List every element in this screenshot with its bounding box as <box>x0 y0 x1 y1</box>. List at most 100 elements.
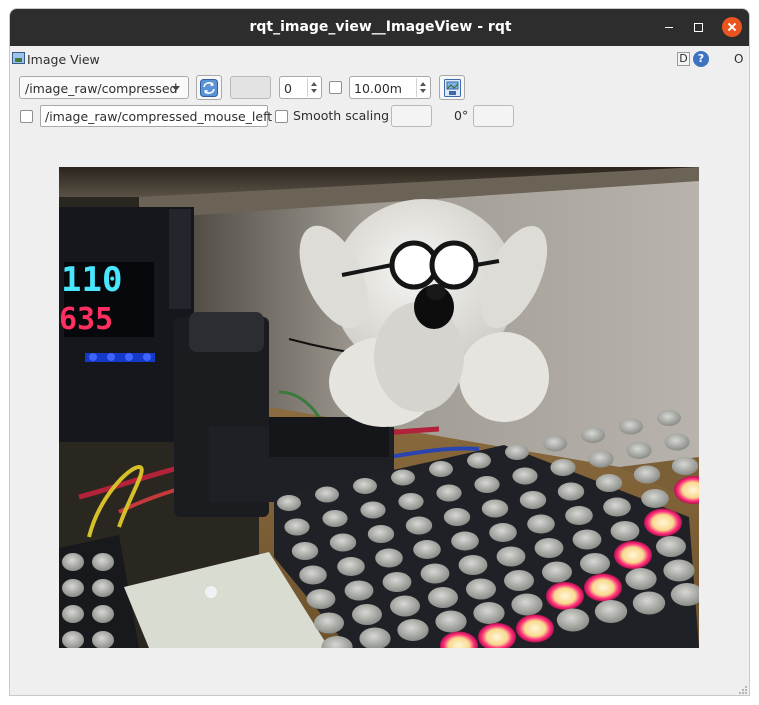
topic-select-value: /image_raw/compressed <box>25 81 178 96</box>
led-unlit <box>62 553 84 571</box>
window-title: rqt_image_view__ImageView - rqt <box>249 19 512 35</box>
led-unlit <box>413 540 441 559</box>
led-unlit <box>277 495 301 511</box>
led-unlit <box>556 608 590 632</box>
led-unlit <box>496 546 526 567</box>
max-distance-value: 10.00m <box>354 81 402 96</box>
led-unlit <box>436 484 462 502</box>
led-unlit <box>565 506 593 525</box>
led-unlit <box>435 610 467 633</box>
led-unlit <box>588 450 614 468</box>
refresh-icon <box>200 79 218 97</box>
led-unlit <box>603 497 631 517</box>
led-unlit <box>489 523 517 542</box>
led-unlit <box>405 516 433 535</box>
led-lit <box>516 614 554 643</box>
led-unlit <box>557 482 585 501</box>
plugin-close-button[interactable]: O <box>734 52 743 66</box>
minimize-button[interactable] <box>660 18 678 36</box>
led-lit <box>584 573 622 602</box>
led-unlit <box>382 572 412 592</box>
led-unlit <box>466 578 496 600</box>
help-button[interactable]: ? <box>693 51 709 67</box>
led-unlit <box>306 589 336 609</box>
led-unlit <box>397 619 429 641</box>
led-unlit <box>467 452 491 469</box>
led-unlit <box>337 557 365 576</box>
led-unlit <box>505 444 529 460</box>
led-unlit <box>375 548 403 568</box>
zoom-fit-button[interactable] <box>230 76 271 99</box>
close-button[interactable] <box>722 17 742 37</box>
mouse-topic-input[interactable]: /image_raw/compressed_mouse_left <box>40 105 272 127</box>
led-unlit <box>641 489 669 508</box>
led-unlit <box>656 536 686 557</box>
camera-image[interactable]: 110 635 <box>59 167 699 648</box>
led-unlit <box>314 612 344 634</box>
controller-box: 110 635 <box>59 207 194 442</box>
led-unlit <box>542 561 572 583</box>
rotation-value: 0° <box>454 108 469 123</box>
publish-mouse-checkbox[interactable] <box>20 110 33 123</box>
led-unlit <box>391 469 415 486</box>
rotate-right-button[interactable] <box>473 105 514 127</box>
led-unlit <box>632 591 666 615</box>
led-unlit <box>344 580 374 601</box>
camera-frame: 110 635 <box>59 167 699 648</box>
rotate-left-button[interactable] <box>391 105 432 127</box>
led-unlit <box>663 559 695 582</box>
topic-select[interactable]: /image_raw/compressed <box>19 76 189 99</box>
image-icon <box>12 52 25 64</box>
save-image-button[interactable] <box>439 75 465 100</box>
led-unlit <box>481 499 509 518</box>
led-unlit <box>352 604 382 625</box>
spin-arrows[interactable] <box>416 78 429 97</box>
max-distance-spinbox[interactable]: 10.00m <box>349 76 431 99</box>
led-unlit <box>633 465 661 484</box>
app-window: rqt_image_view__ImageView - rqt Image Vi… <box>9 8 750 696</box>
index-spinbox-value: 0 <box>284 81 292 96</box>
led-unlit <box>572 529 602 550</box>
led-unlit <box>62 579 84 597</box>
led-unlit <box>512 467 538 485</box>
led-unlit <box>595 474 623 492</box>
led-unlit <box>671 457 699 475</box>
led-unlit <box>428 587 458 608</box>
index-spinbox[interactable]: 0 <box>279 76 322 99</box>
led-unlit <box>580 553 610 574</box>
led-unlit <box>581 427 605 443</box>
refresh-topics-button[interactable] <box>196 75 222 100</box>
led-unlit <box>619 418 643 435</box>
led-lit <box>614 541 652 569</box>
led-unlit <box>543 435 567 452</box>
led-unlit <box>458 555 488 575</box>
resize-grip[interactable] <box>738 685 748 695</box>
led-unlit <box>291 542 319 560</box>
title-bar[interactable]: rqt_image_view__ImageView - rqt <box>10 9 749 46</box>
display-upper-text: 110 <box>61 260 122 300</box>
spin-arrows[interactable] <box>307 78 320 97</box>
led-unlit <box>504 570 534 591</box>
display-lower-text: 635 <box>59 302 113 337</box>
led-lit <box>644 508 682 537</box>
led-unlit <box>322 510 348 527</box>
maximize-button[interactable] <box>689 18 707 36</box>
led-unlit <box>474 476 500 493</box>
plugin-header: Image View D ? O <box>10 49 749 69</box>
led-unlit <box>92 553 114 571</box>
smooth-scaling-label: Smooth scaling <box>293 108 390 123</box>
led-unlit <box>315 486 339 503</box>
smooth-scaling-checkbox[interactable] <box>275 110 288 123</box>
led-unlit <box>594 600 628 623</box>
mouse-topic-value: /image_raw/compressed_mouse_left <box>45 109 273 124</box>
led-unlit <box>550 459 576 476</box>
led-unlit <box>519 491 547 509</box>
index-checkbox[interactable] <box>329 81 342 94</box>
plugin-title: Image View <box>27 52 100 67</box>
led-lit <box>546 582 584 610</box>
led-unlit <box>473 602 505 624</box>
dock-button[interactable]: D <box>677 52 690 66</box>
chevron-down-icon <box>172 86 180 91</box>
led-unlit <box>329 533 357 552</box>
led-unlit <box>657 410 681 426</box>
